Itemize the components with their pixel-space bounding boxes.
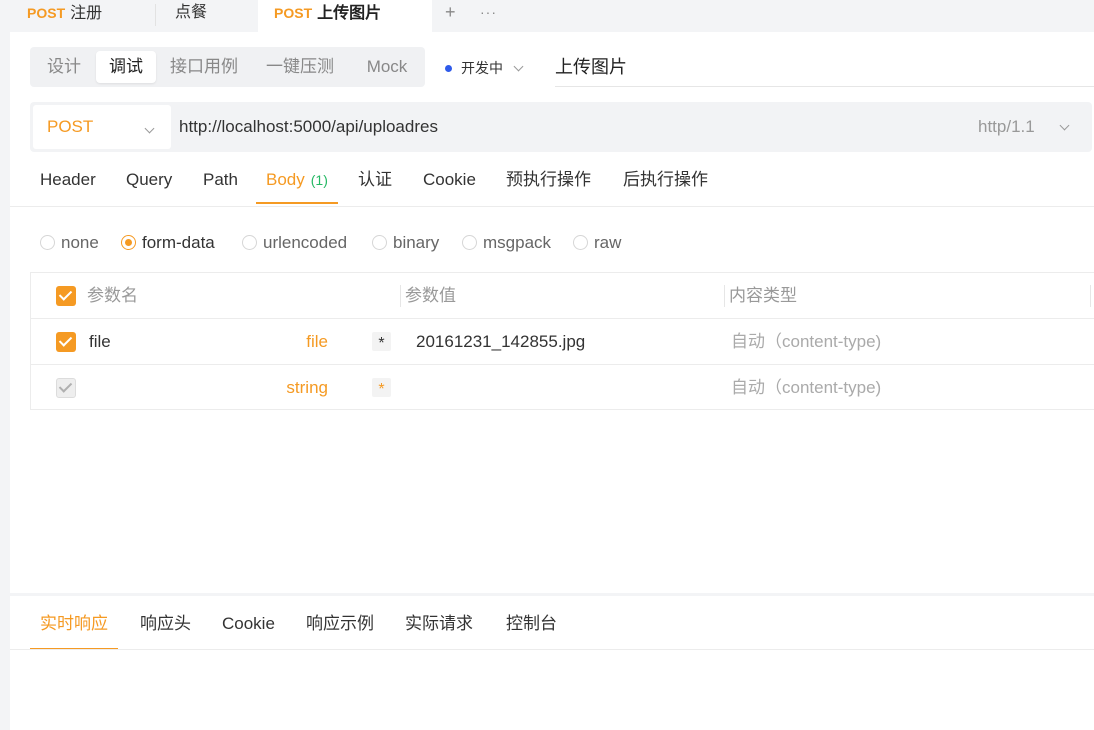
tab-label: 点餐 [175, 4, 208, 21]
content-type-input[interactable]: 自动（content-type) [731, 365, 881, 410]
mode-design[interactable]: 设计 [36, 51, 92, 83]
url-input[interactable]: http://localhost:5000/api/uploadres [179, 102, 438, 152]
radio-label: none [61, 233, 99, 252]
mode-mock[interactable]: Mock [360, 51, 414, 83]
table-row: file file * 20161231_142855.jpg 自动（conte… [31, 319, 1094, 365]
tab-post-script[interactable]: 后执行操作 [623, 168, 708, 204]
tab-console[interactable]: 控制台 [506, 610, 557, 650]
radio-icon [573, 234, 588, 250]
radio-urlencoded[interactable]: urlencoded [242, 232, 347, 254]
tab-response-headers[interactable]: 响应头 [140, 610, 191, 650]
chevron-down-icon [513, 61, 524, 72]
mode-test-case[interactable]: 接口用例 [160, 51, 248, 83]
row-checkbox[interactable] [56, 332, 76, 352]
more-icon[interactable]: ··· [480, 0, 497, 28]
required-toggle[interactable]: * [372, 332, 391, 352]
table-row: string * 自动（content-type) [31, 365, 1094, 411]
radio-label: form-data [142, 233, 215, 252]
tab-path[interactable]: Path [203, 168, 238, 204]
column-divider [724, 285, 725, 307]
tab-auth[interactable]: 认证 [358, 168, 392, 204]
tab-label: 注册 [70, 5, 103, 22]
column-divider [400, 285, 401, 307]
tab-response-cookie[interactable]: Cookie [222, 610, 275, 650]
mode-switch: 设计 调试 接口用例 一键压测 Mock [30, 47, 425, 87]
add-tab-icon[interactable]: + [445, 0, 456, 28]
method-select[interactable]: POST [33, 105, 171, 149]
divider [10, 649, 1094, 650]
radio-label: raw [594, 233, 622, 252]
header-param-name: 参数名 [87, 286, 138, 305]
param-value-input[interactable]: 20161231_142855.jpg [416, 319, 585, 364]
tab-body-badge: (1) [310, 172, 328, 188]
radio-icon [462, 234, 477, 250]
protocol-select[interactable]: http/1.1 [978, 102, 1035, 152]
status-dot-icon [445, 64, 452, 72]
tab-header[interactable]: Header [40, 168, 96, 204]
tab-response-example[interactable]: 响应示例 [306, 610, 374, 650]
tab-cookie[interactable]: Cookie [423, 168, 476, 204]
tab-realtime-response[interactable]: 实时响应 [30, 610, 118, 650]
select-all-checkbox[interactable] [56, 286, 76, 306]
mode-stress-test[interactable]: 一键压测 [258, 51, 342, 83]
tab-query[interactable]: Query [126, 168, 172, 204]
header-param-value: 参数值 [405, 286, 456, 305]
param-type-select[interactable]: file [268, 319, 328, 364]
method-value: POST [47, 117, 94, 136]
radio-icon [242, 234, 257, 250]
param-type-select[interactable]: string [268, 365, 328, 410]
radio-label: urlencoded [263, 233, 348, 252]
tab-body[interactable]: Body (1) [256, 168, 338, 204]
radio-form-data[interactable]: form-data [121, 232, 215, 254]
tab-actual-request[interactable]: 实际请求 [405, 610, 473, 650]
status-select[interactable]: 开发中 [445, 56, 524, 80]
tab-pre-script[interactable]: 预执行操作 [506, 168, 591, 204]
tab-label: 上传图片 [317, 5, 382, 22]
chevron-down-icon [1059, 120, 1070, 131]
radio-none[interactable]: none [40, 232, 99, 254]
chevron-down-icon [144, 123, 155, 134]
radio-label: binary [393, 233, 440, 252]
params-table: 参数名 参数值 内容类型 file file * 20161231_142855… [30, 272, 1094, 410]
tab-method: POST [274, 5, 313, 21]
radio-raw[interactable]: raw [573, 232, 621, 254]
table-header: 参数名 参数值 内容类型 [31, 273, 1094, 319]
mode-debug[interactable]: 调试 [96, 51, 156, 83]
content-type-input[interactable]: 自动（content-type) [731, 319, 881, 364]
radio-msgpack[interactable]: msgpack [462, 232, 551, 254]
tab-divider [155, 4, 156, 26]
tab-method: POST [27, 5, 66, 21]
tab-body-label: Body [266, 170, 305, 189]
api-name-field[interactable]: 上传图片 [555, 52, 1094, 87]
url-bar: POST http://localhost:5000/api/uploadres… [30, 102, 1092, 152]
radio-binary[interactable]: binary [372, 232, 439, 254]
tab-order[interactable]: 点餐 [175, 0, 207, 30]
required-toggle[interactable]: * [372, 378, 391, 398]
radio-icon [40, 234, 55, 250]
divider [10, 206, 1094, 207]
tab-bar: POST 注册 点餐 POST 上传图片 + ··· [0, 0, 1094, 32]
column-divider [1090, 285, 1091, 307]
status-label: 开发中 [461, 60, 503, 76]
radio-checked-icon [121, 234, 136, 250]
tab-register[interactable]: POST 注册 [27, 0, 102, 30]
row-checkbox[interactable] [56, 378, 76, 398]
radio-icon [372, 234, 387, 250]
param-name-input[interactable]: file [89, 319, 111, 364]
radio-label: msgpack [483, 233, 552, 252]
header-content-type: 内容类型 [729, 286, 797, 305]
tab-upload-image[interactable]: POST 上传图片 [258, 0, 432, 32]
